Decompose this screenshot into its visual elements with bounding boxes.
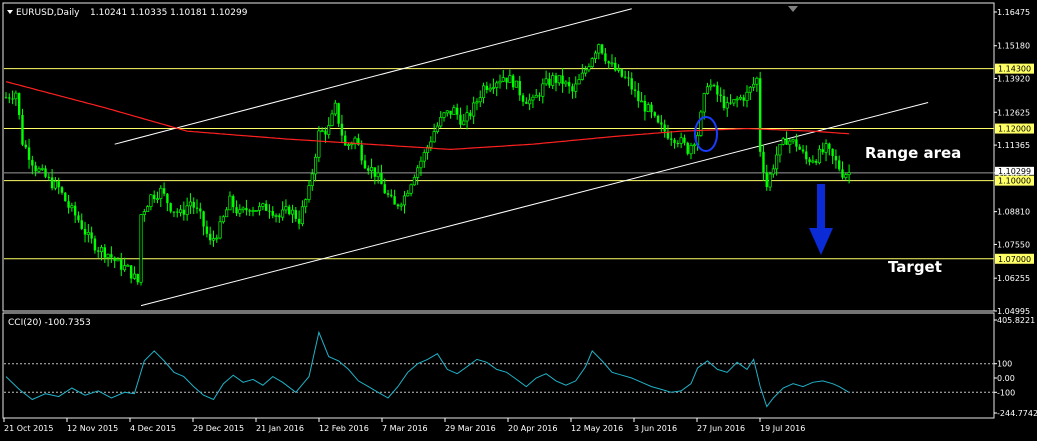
candle — [758, 71, 762, 157]
price-tick-label: 1.08810 — [997, 208, 1030, 217]
candle — [699, 110, 703, 137]
date-tick-label: 27 Jun 2016 — [697, 424, 745, 433]
cci-tick-label: 405.8221 — [997, 316, 1035, 325]
price-tick-label: 1.16475 — [997, 8, 1030, 17]
date-tick-label: 21 Oct 2015 — [4, 424, 53, 433]
svg-text:1.07000: 1.07000 — [998, 255, 1031, 264]
date-tick-label: 12 Nov 2015 — [67, 424, 118, 433]
price-tick-label: 1.12625 — [997, 108, 1030, 117]
price-tick-label: 1.11365 — [997, 141, 1030, 150]
date-tick-label: 12 Feb 2016 — [319, 424, 369, 433]
candle — [64, 191, 67, 202]
date-tick-label: 4 Dec 2015 — [130, 424, 176, 433]
cci-axis: 405.8221 100 0.00 -100 -244.7742 — [994, 316, 1037, 418]
price-pane[interactable] — [2, 2, 995, 312]
level-price-tag: 1.14300 — [995, 63, 1034, 74]
ohlc-values: 1.10241 1.10335 1.10181 1.10299 — [90, 8, 248, 18]
time-axis: 21 Oct 2015 12 Nov 2015 4 Dec 2015 29 Dec 2… — [3, 418, 805, 433]
trading-chart-window: 1.16475 1.15180 1.13920 1.12625 1.11365 1.102… — [2, 2, 1037, 433]
candle — [514, 80, 519, 88]
candle — [337, 102, 340, 127]
date-tick-label: 3 Jun 2016 — [634, 424, 677, 433]
candle — [656, 114, 660, 124]
cci-tick-label: 0.00 — [997, 374, 1015, 383]
date-tick-label: 7 Mar 2016 — [382, 424, 428, 433]
svg-text:1.12000: 1.12000 — [998, 125, 1031, 134]
cci-tick-label: 100 — [997, 360, 1012, 369]
date-tick-label: 20 Apr 2016 — [508, 424, 557, 433]
target-label: Target — [888, 258, 942, 276]
date-tick-label: 19 Jul 2016 — [760, 424, 805, 433]
level-price-tag: 1.12000 — [995, 123, 1034, 134]
cci-tick-label: -244.7742 — [997, 409, 1037, 418]
price-tick-label: 1.06255 — [997, 274, 1030, 283]
candle — [254, 210, 258, 212]
level-price-tag: 1.07000 — [995, 253, 1034, 264]
svg-text:1.10299: 1.10299 — [998, 167, 1031, 176]
price-tick-label: 1.04995 — [997, 307, 1030, 316]
price-tick-label: 1.13920 — [997, 75, 1030, 84]
candle — [620, 68, 624, 78]
svg-text:1.14300: 1.14300 — [998, 65, 1031, 74]
level-price-tag: 1.10000 — [995, 175, 1034, 186]
cci-tick-label: -100 — [997, 388, 1015, 397]
price-tick-label: 1.07550 — [997, 240, 1030, 249]
symbol-label: EURUSD,Daily — [16, 8, 80, 18]
candle — [686, 141, 689, 156]
date-tick-label: 29 Dec 2015 — [193, 424, 244, 433]
candle — [317, 126, 321, 163]
date-tick-label: 21 Jan 2016 — [256, 424, 304, 433]
candle — [139, 214, 143, 286]
range-area-label: Range area — [865, 144, 961, 162]
cci-pane[interactable] — [2, 312, 995, 419]
svg-text:1.10000: 1.10000 — [998, 177, 1031, 186]
date-tick-label: 12 May 2016 — [571, 424, 623, 433]
price-tick-label: 1.15180 — [997, 42, 1030, 51]
date-tick-label: 29 Mar 2016 — [445, 424, 496, 433]
current-price-tag: 1.10299 — [995, 166, 1034, 176]
cci-title: CCI(20) -100.7353 — [8, 318, 91, 328]
candle — [600, 43, 604, 55]
price-axis: 1.16475 1.15180 1.13920 1.12625 1.11365 1.102… — [994, 8, 1034, 316]
candle — [590, 57, 594, 69]
